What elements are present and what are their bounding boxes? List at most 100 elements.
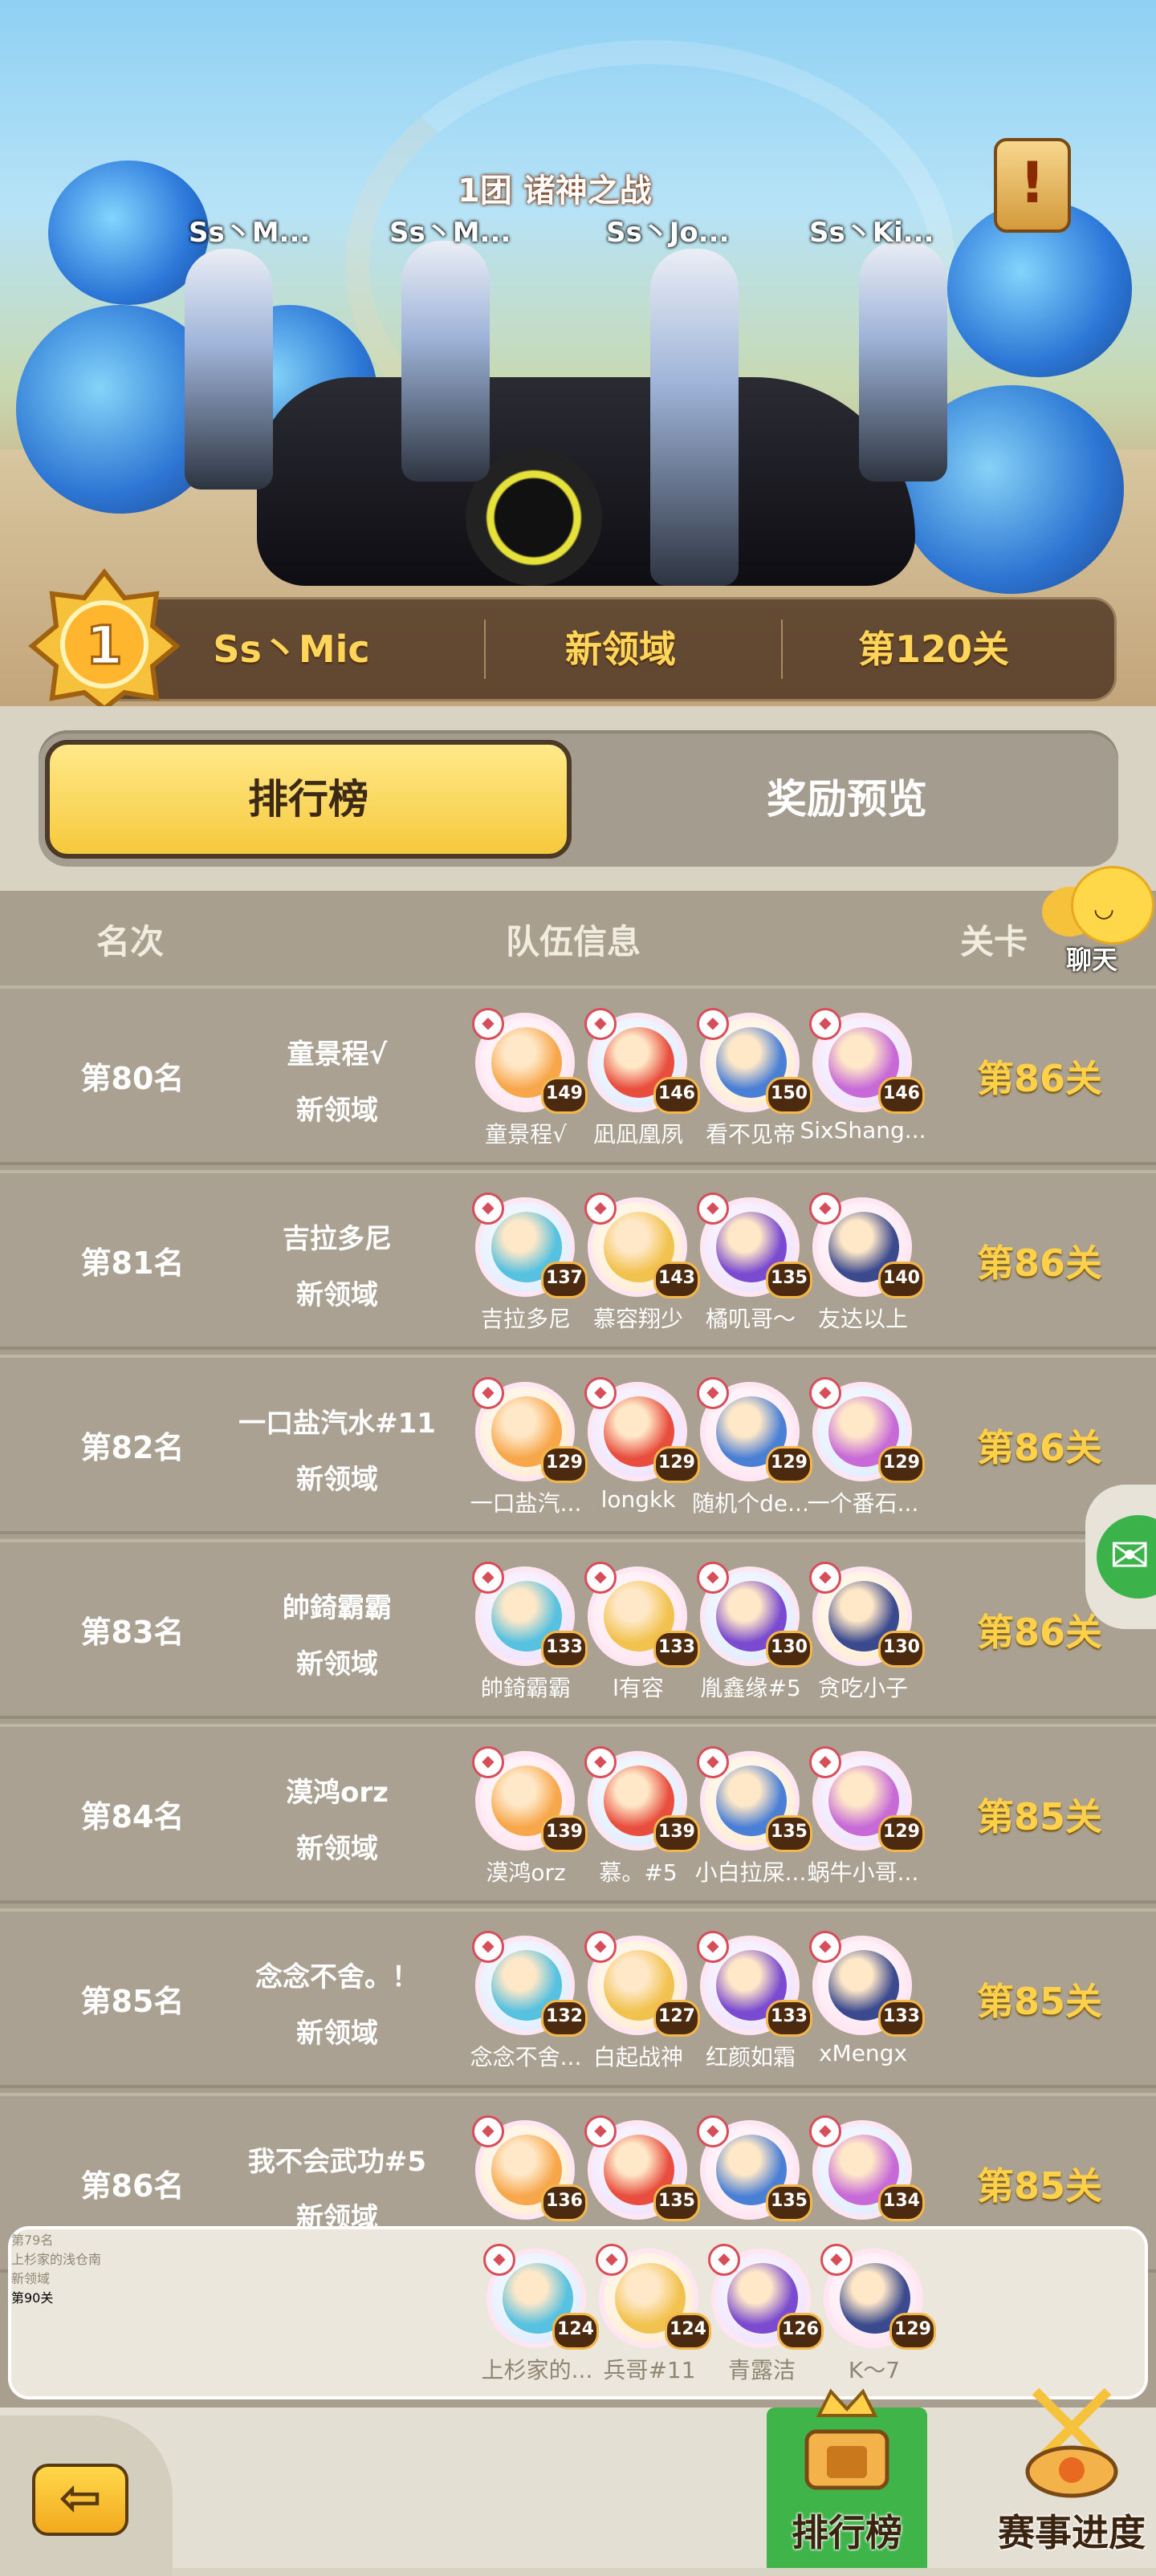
- team-member[interactable]: ◆ 129 一个番石...: [804, 1377, 925, 1534]
- element-badge-icon: ◆: [584, 1008, 617, 1040]
- hero-figure: [185, 249, 273, 490]
- my-team-row[interactable]: 第79名 上杉家的浅仓南 新领域 第90关 ◆ 124 上杉家的... ◆ 124 兵哥#11 ◆ 1…: [8, 2226, 1148, 2399]
- team-member[interactable]: ◆ 135 橘叽哥～: [692, 1193, 812, 1350]
- level-badge: 146: [878, 1077, 925, 1114]
- team-member[interactable]: ◆ 127 白起战神: [580, 1931, 700, 2088]
- team-member[interactable]: ◆ 124 上杉家的...: [478, 2244, 599, 2401]
- element-badge-icon: ◆: [809, 1562, 841, 1594]
- member-name: SixShang...: [800, 1117, 926, 1144]
- ranking-row[interactable]: 第85名 念念不舍。！ 新领域 第85关 ◆ 132 念念不舍... ◆ 127 白起战神 ◆ 133…: [0, 1908, 1156, 2088]
- ranking-row[interactable]: 第82名 一口盐汽水#11 新领域 第86关 ◆ 129 一口盐汽... ◆ 129 longkk…: [0, 1355, 1156, 1534]
- divider: [484, 620, 486, 679]
- element-badge-icon: ◆: [809, 1377, 841, 1409]
- member-name: 贪吃小子: [817, 1675, 908, 1701]
- ranking-row[interactable]: 第84名 漠鸿orz 新领域 第85关 ◆ 139 漠鸿orz ◆ 139 慕。#5 ◆ 135 小白拉…: [0, 1724, 1156, 1904]
- ranking-row[interactable]: 第81名 吉拉多尼 新领域 第86关 ◆ 137 吉拉多尼 ◆ 143 慕容翔少 ◆ 135 橘叽哥～ ◆…: [0, 1170, 1156, 1350]
- team-member[interactable]: ◆ 143 慕容翔少: [580, 1193, 700, 1350]
- element-badge-icon: ◆: [584, 2115, 617, 2147]
- member-name: 蜗牛小哥...: [807, 1859, 919, 1886]
- element-badge-icon: ◆: [697, 1377, 729, 1409]
- team-showcase-banner: 1团 诸神之战 Ss丶M... Ss丶M... Ss丶Jo... Ss丶Ki..…: [0, 0, 1156, 706]
- team-member[interactable]: ◆ 149 童景程√: [467, 1008, 588, 1165]
- element-badge-icon: ◆: [809, 1931, 841, 1963]
- ranking-row[interactable]: 第83名 帥錡霸霸 新领域 第86关 ◆ 133 帥錡霸霸 ◆ 133 l有容 ◆ 130 胤鑫缘#5 ◆…: [0, 1539, 1156, 1719]
- level-badge: 129: [878, 1815, 925, 1852]
- nav-progress[interactable]: 赛事进度: [987, 2375, 1156, 2568]
- back-arrow-icon: ⇦: [32, 2464, 128, 2536]
- stage-label: 第85关: [976, 1795, 1102, 1839]
- hero-figure: [650, 249, 739, 586]
- team-name: 帥錡霸霸: [283, 1592, 392, 1624]
- member-name: 一个番石...: [807, 1490, 919, 1517]
- team-member[interactable]: ◆ 129 longkk: [580, 1377, 700, 1534]
- trophy-crown-icon: [804, 2388, 889, 2490]
- member-name: 小白拉屎...: [694, 1859, 807, 1886]
- element-badge-icon: ◆: [809, 1008, 841, 1040]
- team-member[interactable]: ◆ 133 l有容: [580, 1562, 700, 1719]
- ranking-row[interactable]: 第80名 童景程√ 新领域 第86关 ◆ 149 童景程√ ◆ 146 凪凪凰夙 ◆ 150 看不见帝 ◆…: [0, 985, 1156, 1165]
- rank-label: 第81名: [80, 1245, 185, 1281]
- team-member[interactable]: ◆ 133 红颜如霜: [692, 1931, 812, 2088]
- team-member[interactable]: ◆ 129 蜗牛小哥...: [804, 1746, 925, 1904]
- team-name: 童景程√: [287, 1038, 388, 1071]
- member-name: 慕。#5: [599, 1859, 678, 1886]
- element-badge-icon: ◆: [472, 1562, 504, 1594]
- rank-label: 第80名: [80, 1061, 185, 1096]
- rank-medal-icon: 1: [28, 568, 181, 706]
- nav-leaderboard[interactable]: 排行榜: [763, 2375, 931, 2568]
- team-member[interactable]: ◆ 129 一口盐汽...: [467, 1377, 588, 1534]
- champion-bar: Ss丶Mic 新领域 第120关: [96, 597, 1117, 701]
- team-name: 一口盐汽水#11: [238, 1408, 436, 1440]
- member-name: 吉拉多尼: [480, 1306, 571, 1332]
- tab-leaderboard[interactable]: 排行榜: [45, 740, 572, 859]
- guild-title: 1团 诸神之战: [458, 173, 652, 209]
- smile-face-icon: ◡: [1093, 895, 1115, 923]
- team-name: 念念不舍。！: [255, 1961, 419, 1993]
- member-name: xMengx: [818, 2040, 908, 2066]
- member-name: 上杉家的...: [481, 2357, 593, 2383]
- team-member[interactable]: ◆ 133 帥錡霸霸: [467, 1562, 588, 1719]
- column-header-team: 队伍信息: [506, 922, 641, 961]
- element-badge-icon: ◆: [697, 1931, 729, 1963]
- team-member[interactable]: ◆ 132 念念不舍...: [467, 1931, 588, 2088]
- chat-button[interactable]: ◡ 聊天: [1036, 863, 1156, 975]
- bottom-nav: [0, 2407, 1156, 2568]
- team-member[interactable]: ◆ 139 慕。#5: [580, 1746, 700, 1904]
- back-button[interactable]: ⇦: [0, 2416, 173, 2576]
- member-name: 念念不舍...: [470, 2044, 582, 2070]
- element-badge-icon: ◆: [820, 2244, 853, 2276]
- element-badge-icon: ◆: [697, 2115, 729, 2147]
- team-member[interactable]: ◆ 146 凪凪凰夙: [580, 1008, 700, 1165]
- member-name: 橘叽哥～: [705, 1306, 796, 1332]
- team-server: 新领域: [296, 2017, 378, 2050]
- exclamation-scroll-icon[interactable]: !: [994, 138, 1071, 233]
- element-badge-icon: ◆: [697, 1193, 729, 1225]
- team-member[interactable]: ◆ 124 兵哥#11: [591, 2244, 711, 2401]
- wechat-share-button[interactable]: ✉: [1085, 1485, 1156, 1629]
- member-name: l有容: [613, 1675, 664, 1701]
- team-member[interactable]: ◆ 130 贪吃小子: [804, 1562, 925, 1719]
- team-member[interactable]: ◆ 150 看不见帝: [692, 1008, 812, 1165]
- team-member[interactable]: ◆ 135 小白拉屎...: [692, 1746, 812, 1904]
- level-badge: 130: [878, 1631, 925, 1668]
- team-member[interactable]: ◆ 130 胤鑫缘#5: [692, 1562, 812, 1719]
- hero-figure: [401, 241, 490, 481]
- element-badge-icon: ◆: [472, 2115, 504, 2147]
- team-member[interactable]: ◆ 140 友达以上: [804, 1193, 925, 1350]
- member-name: 白起战神: [592, 2044, 683, 2070]
- element-badge-icon: ◆: [584, 1931, 617, 1963]
- member-name: 童景程√: [485, 1121, 567, 1148]
- team-member[interactable]: ◆ 137 吉拉多尼: [467, 1193, 588, 1350]
- element-badge-icon: ◆: [472, 1193, 504, 1225]
- team-member[interactable]: ◆ 129 随机个de...: [692, 1377, 812, 1534]
- team-member[interactable]: ◆ 139 漠鸿orz: [467, 1746, 588, 1904]
- team-member[interactable]: ◆ 133 xMengx: [804, 1931, 925, 2088]
- rank-label: 第84名: [80, 1799, 185, 1834]
- stage-label: 第85关: [976, 1980, 1102, 2023]
- tab-reward-preview[interactable]: 奖励预览: [586, 740, 1108, 859]
- element-badge-icon: ◆: [708, 2244, 740, 2276]
- element-badge-icon: ◆: [697, 1008, 729, 1040]
- team-member[interactable]: ◆ 146 SixShang...: [800, 1008, 926, 1165]
- element-badge-icon: ◆: [809, 1193, 841, 1225]
- member-name: 友达以上: [817, 1306, 908, 1332]
